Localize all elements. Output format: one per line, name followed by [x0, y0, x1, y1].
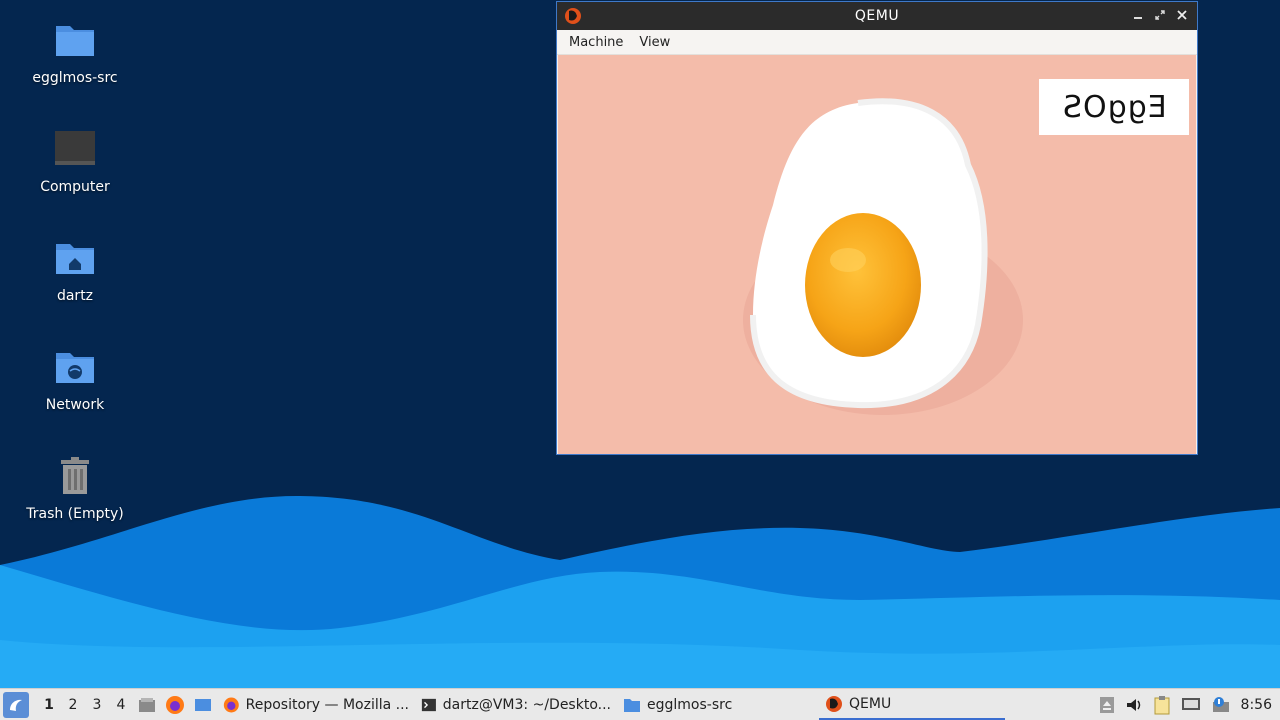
desktop-icon-trash[interactable]: Trash (Empty)	[15, 454, 135, 522]
menu-machine[interactable]: Machine	[561, 35, 631, 50]
trash-icon	[61, 457, 89, 494]
eggos-logo: EggOS	[1039, 79, 1189, 135]
task-label: egglmos-src	[647, 696, 733, 713]
task-label: dartz@VM3: ~/Deskto...	[442, 696, 611, 713]
home-folder-icon	[56, 244, 94, 274]
file-manager-icon	[139, 697, 155, 712]
terminal-icon	[421, 698, 436, 711]
desktop-icon-label: egglmos-src	[32, 70, 118, 86]
window-title: QEMU	[854, 8, 900, 24]
desktop-icon-label: dartz	[56, 288, 94, 304]
update-notifier-icon[interactable]	[1211, 696, 1231, 714]
lxqt-logo-icon	[10, 699, 22, 711]
qemu-menubar: Machine View	[557, 30, 1197, 55]
minimize-button[interactable]	[1129, 6, 1147, 24]
task-qemu[interactable]: QEMU	[819, 690, 1005, 720]
quicklaunch-files[interactable]	[133, 691, 161, 719]
start-menu-button[interactable]	[3, 691, 29, 718]
workspace-3[interactable]: 3	[85, 697, 109, 713]
quicklaunch-desktop[interactable]	[189, 691, 217, 719]
eject-icon[interactable]	[1099, 696, 1115, 714]
task-label: QEMU	[849, 695, 892, 712]
qemu-icon	[826, 695, 842, 712]
desktop-icon-label: Network	[45, 397, 105, 413]
volume-icon[interactable]	[1125, 696, 1143, 714]
firefox-icon	[166, 695, 184, 714]
desktop-icon-computer[interactable]: Computer	[15, 127, 135, 195]
system-tray: 8:56	[1099, 695, 1280, 715]
task-label: Repository — Mozilla ...	[245, 696, 409, 713]
qemu-titlebar[interactable]: QEMU	[557, 2, 1197, 30]
workspace-4[interactable]: 4	[109, 697, 133, 713]
maximize-icon	[1155, 10, 1165, 20]
quicklaunch-firefox[interactable]	[161, 691, 189, 719]
clipboard-icon[interactable]	[1153, 695, 1171, 715]
clock[interactable]: 8:56	[1241, 697, 1272, 713]
qemu-window[interactable]: QEMU Machine View EggOS	[556, 1, 1198, 455]
close-icon	[1177, 10, 1187, 20]
task-firefox[interactable]: Repository — Mozilla ...	[217, 690, 415, 720]
workspace-1[interactable]: 1	[37, 697, 61, 713]
network-folder-icon	[56, 353, 94, 383]
minimize-icon	[1134, 17, 1142, 19]
network-monitor-icon[interactable]	[1181, 696, 1201, 714]
show-desktop-icon	[195, 698, 211, 711]
desktop-icon-egglmos-src[interactable]: egglmos-src	[15, 18, 135, 86]
desktop-icon-label: Trash (Empty)	[26, 506, 124, 522]
taskbar: 1 2 3 4 Repository — Mozilla ... dartz@V…	[0, 688, 1280, 720]
firefox-icon	[223, 697, 239, 712]
workspace-2[interactable]: 2	[61, 697, 85, 713]
close-button[interactable]	[1173, 6, 1191, 24]
folder-icon	[624, 698, 640, 712]
task-terminal[interactable]: dartz@VM3: ~/Deskto...	[415, 690, 617, 720]
qemu-icon	[565, 8, 581, 24]
computer-icon	[55, 131, 95, 165]
vm-display[interactable]: EggOS	[558, 55, 1196, 454]
desktop-icon-network[interactable]: Network	[15, 345, 135, 413]
desktop-icon-dartz[interactable]: dartz	[15, 236, 135, 304]
desktop-icon-label: Computer	[40, 179, 110, 195]
folder-icon	[56, 26, 94, 56]
maximize-button[interactable]	[1151, 6, 1169, 24]
task-file-manager[interactable]: egglmos-src	[617, 690, 815, 720]
menu-view[interactable]: View	[631, 35, 678, 50]
logo-text: EggOS	[1061, 89, 1167, 125]
